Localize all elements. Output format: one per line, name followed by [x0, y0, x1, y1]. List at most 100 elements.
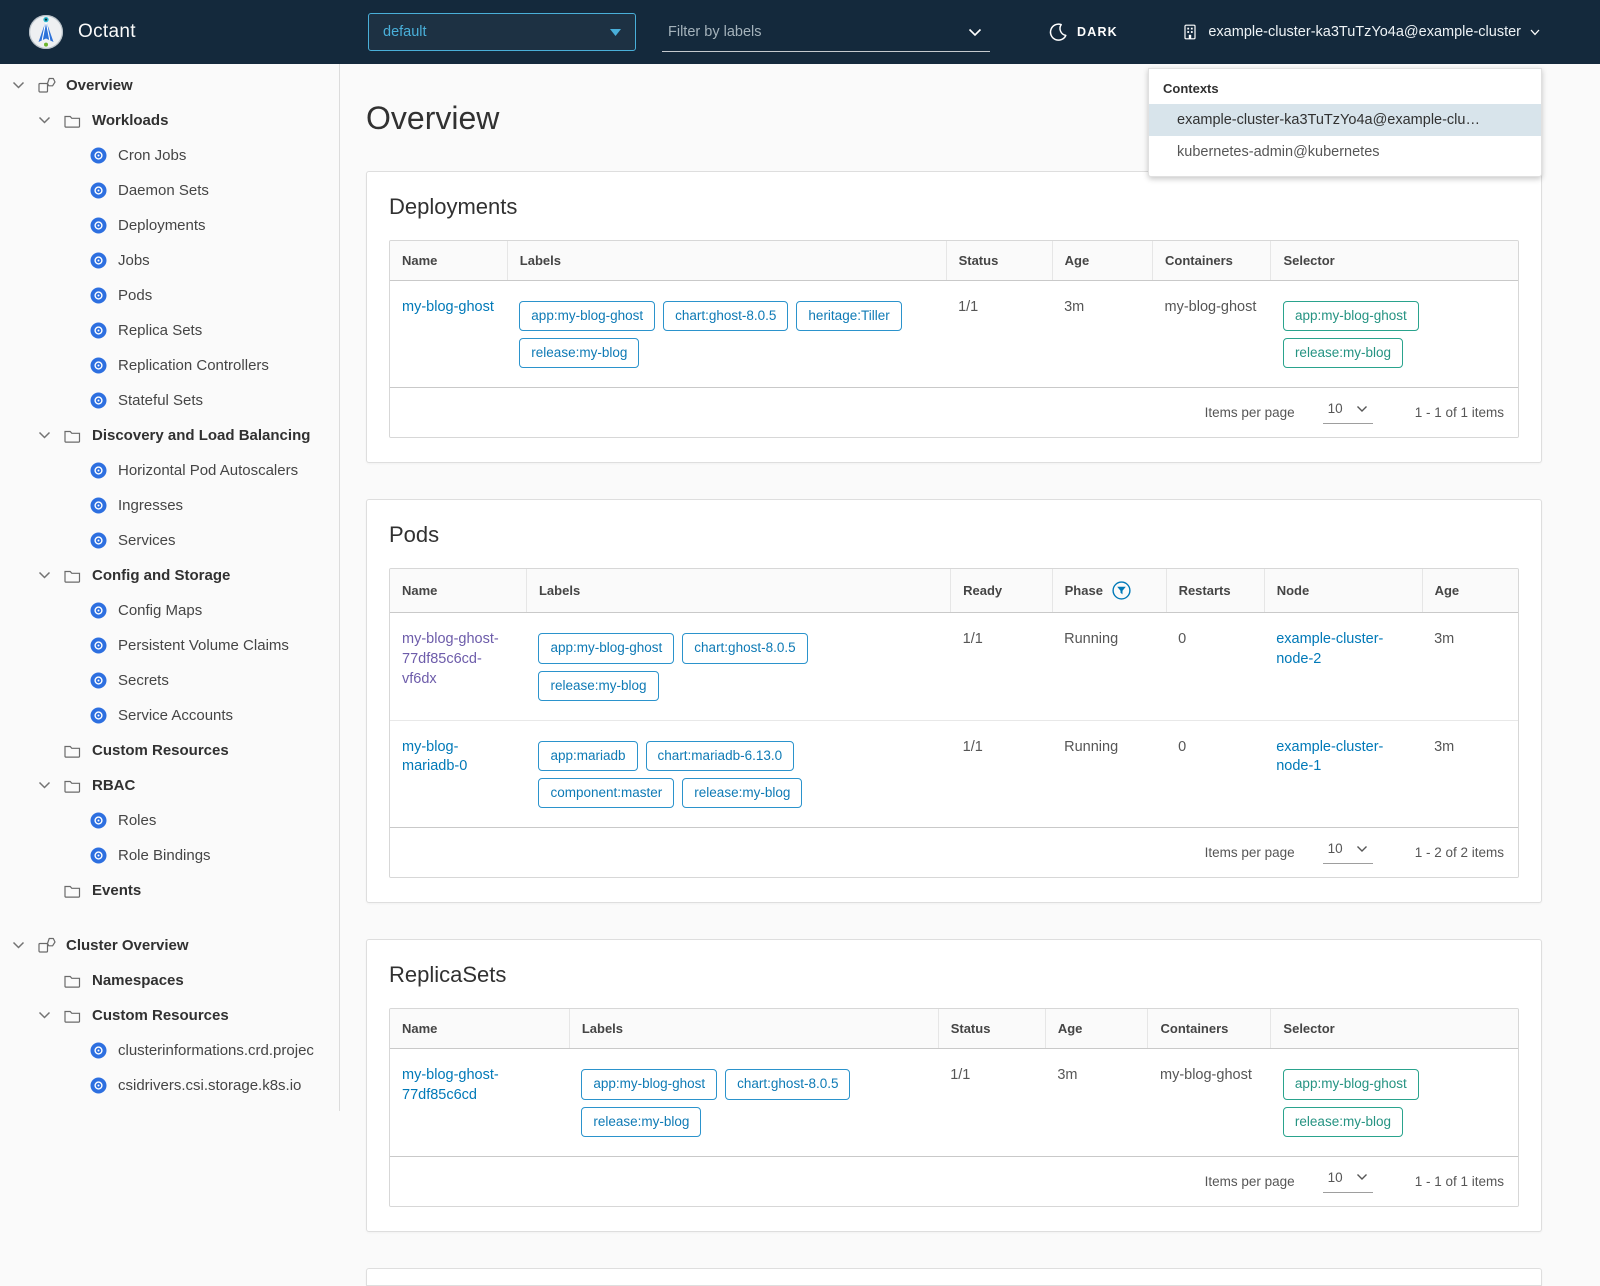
label-badge: release:my-blog: [538, 671, 658, 701]
sidebar-item-ingresses[interactable]: Ingresses: [0, 488, 339, 523]
sidebar-item-daemon-sets[interactable]: Daemon Sets: [0, 173, 339, 208]
cell-name: my-blog-mariadb-0: [390, 720, 526, 827]
cards: DeploymentsNameLabelsStatusAgeContainers…: [366, 171, 1542, 1286]
sidebar-item-replica-sets[interactable]: Replica Sets: [0, 313, 339, 348]
column-header-label: Name: [402, 583, 437, 598]
sidebar-item-label: RBAC: [92, 777, 135, 794]
sidebar-item-cluster-overview[interactable]: Cluster Overview: [0, 928, 339, 963]
icon-slot: [90, 147, 118, 164]
role-bindings-icon: [90, 847, 107, 864]
icon-slot: [90, 532, 118, 549]
moon-icon: [1048, 22, 1068, 42]
sidebar-item-label: Workloads: [92, 112, 168, 129]
table-row: my-blog-ghost-77df85c6cd-vf6dxapp:my-blo…: [390, 613, 1518, 720]
persistent-volume-claims-icon: [90, 637, 107, 654]
cell-labels: app:my-blog-ghostchart:ghost-8.0.5releas…: [569, 1049, 938, 1156]
sidebar-item-label: clusterinformations.crd.projec: [118, 1042, 314, 1059]
table-row: my-blog-ghost-77df85c6cd app:my-blog-ghos…: [390, 1049, 1518, 1156]
sidebar-item-custom-resources[interactable]: Custom Resources: [0, 733, 339, 768]
main-content: Overview DeploymentsNameLabelsStatusAgeC…: [341, 0, 1600, 1286]
service-accounts-icon: [90, 707, 107, 724]
column-header-selector: Selector: [1271, 1009, 1518, 1049]
deployments-card-title: Deployments: [389, 194, 1519, 220]
contexts-menu-list: example-cluster-ka3TuTzYo4a@example-clu……: [1149, 104, 1541, 168]
sidebar-item-services[interactable]: Services: [0, 523, 339, 558]
chevron-down-icon[interactable]: [12, 941, 25, 950]
pods-card-title: Pods: [389, 522, 1519, 548]
sidebar-item-discovery-and-load-balancing[interactable]: Discovery and Load Balancing: [0, 418, 339, 453]
sidebar-item-rbac[interactable]: RBAC: [0, 768, 339, 803]
config-maps-icon: [90, 602, 107, 619]
pods-card: PodsNameLabelsReadyPhaseRestartsNodeAgem…: [366, 499, 1542, 903]
icon-slot: [90, 497, 118, 514]
sidebar-item-label: Service Accounts: [118, 707, 233, 724]
icon-slot: [90, 812, 118, 829]
page-size-select[interactable]: 10: [1323, 401, 1373, 424]
sidebar-item-csidrivers-csi-storage-k8s-io[interactable]: csidrivers.csi.storage.k8s.io: [0, 1068, 339, 1103]
secrets-icon: [90, 672, 107, 689]
page-size-select[interactable]: 10: [1323, 1170, 1373, 1193]
chevron-down-icon[interactable]: [38, 431, 51, 440]
icon-slot: [64, 744, 92, 758]
chevron-down-icon[interactable]: [12, 81, 25, 90]
table-header-row: NameLabelsReadyPhaseRestartsNodeAge: [390, 569, 1518, 613]
sidebar-item-stateful-sets[interactable]: Stateful Sets: [0, 383, 339, 418]
sidebar-item-overview[interactable]: Overview: [0, 68, 339, 103]
resource-link[interactable]: example-cluster-node-1: [1276, 739, 1383, 775]
sidebar-item-role-bindings[interactable]: Role Bindings: [0, 838, 339, 873]
items-per-page-label: Items per page: [1205, 845, 1295, 860]
context-option-kubernetes-admin-kubernetes[interactable]: kubernetes-admin@kubernetes: [1149, 136, 1541, 168]
deployments-icon: [90, 217, 107, 234]
sidebar-item-label: Stateful Sets: [118, 392, 203, 409]
column-filter-icon[interactable]: [1112, 581, 1131, 600]
sidebar-item-namespaces[interactable]: Namespaces: [0, 963, 339, 998]
chevron-down-icon[interactable]: [38, 1011, 51, 1020]
icon-slot: [90, 357, 118, 374]
column-header-age: Age: [1045, 1009, 1148, 1049]
sidebar-item-label: Pods: [118, 287, 152, 304]
context-option-example-cluster-ka3tutzyo4a-example-clu[interactable]: example-cluster-ka3TuTzYo4a@example-clu…: [1149, 104, 1541, 136]
dark-theme-toggle[interactable]: DARK: [1048, 0, 1118, 64]
sidebar-item-config-and-storage[interactable]: Config and Storage: [0, 558, 339, 593]
sidebar-item-deployments[interactable]: Deployments: [0, 208, 339, 243]
chevron-down-icon[interactable]: [968, 28, 982, 37]
column-header-age: Age: [1422, 569, 1518, 613]
page-size-select[interactable]: 10: [1323, 841, 1373, 864]
context-selector[interactable]: example-cluster-ka3TuTzYo4a@example-clus…: [1181, 0, 1540, 64]
cell-status: 1/1: [938, 1049, 1045, 1156]
resource-link[interactable]: my-blog-ghost: [402, 299, 494, 315]
namespace-select[interactable]: default: [368, 13, 636, 51]
label-filter: [662, 13, 990, 52]
sidebar-item-custom-resources[interactable]: Custom Resources: [0, 998, 339, 1033]
sidebar-item-cron-jobs[interactable]: Cron Jobs: [0, 138, 339, 173]
resource-link[interactable]: my-blog-ghost-77df85c6cd: [402, 1067, 499, 1103]
chevron-down-icon[interactable]: [38, 116, 51, 125]
sidebar-item-workloads[interactable]: Workloads: [0, 103, 339, 138]
resource-link[interactable]: my-blog-mariadb-0: [402, 739, 467, 775]
sidebar-item-secrets[interactable]: Secrets: [0, 663, 339, 698]
sidebar-item-label: Config Maps: [118, 602, 202, 619]
filter-by-labels-input[interactable]: [662, 24, 968, 40]
chevron-down-icon[interactable]: [38, 571, 51, 580]
sidebar-item-horizontal-pod-autoscalers[interactable]: Horizontal Pod Autoscalers: [0, 453, 339, 488]
sidebar-item-service-accounts[interactable]: Service Accounts: [0, 698, 339, 733]
ingresses-icon: [90, 497, 107, 514]
resource-link[interactable]: example-cluster-node-2: [1276, 631, 1383, 667]
sidebar-item-clusterinformations-crd-projec[interactable]: clusterinformations.crd.projec: [0, 1033, 339, 1068]
sidebar-item-roles[interactable]: Roles: [0, 803, 339, 838]
sidebar-item-label: Secrets: [118, 672, 169, 689]
label-badge: release:my-blog: [581, 1107, 701, 1137]
resource-link[interactable]: my-blog-ghost-77df85c6cd-vf6dx: [402, 631, 499, 686]
sidebar-item-config-maps[interactable]: Config Maps: [0, 593, 339, 628]
chevron-down-icon[interactable]: [38, 781, 51, 790]
sidebar-item-jobs[interactable]: Jobs: [0, 243, 339, 278]
pagination-range: 1 - 1 of 1 items: [1415, 1174, 1504, 1189]
column-header-containers: Containers: [1148, 1009, 1271, 1049]
sidebar-item-pods[interactable]: Pods: [0, 278, 339, 313]
sidebar-item-replication-controllers[interactable]: Replication Controllers: [0, 348, 339, 383]
sidebar-item-persistent-volume-claims[interactable]: Persistent Volume Claims: [0, 628, 339, 663]
sidebar-item-events[interactable]: Events: [0, 873, 339, 908]
icon-slot: [38, 937, 66, 954]
sidebar-item-label: Daemon Sets: [118, 182, 209, 199]
icon-slot: [90, 182, 118, 199]
